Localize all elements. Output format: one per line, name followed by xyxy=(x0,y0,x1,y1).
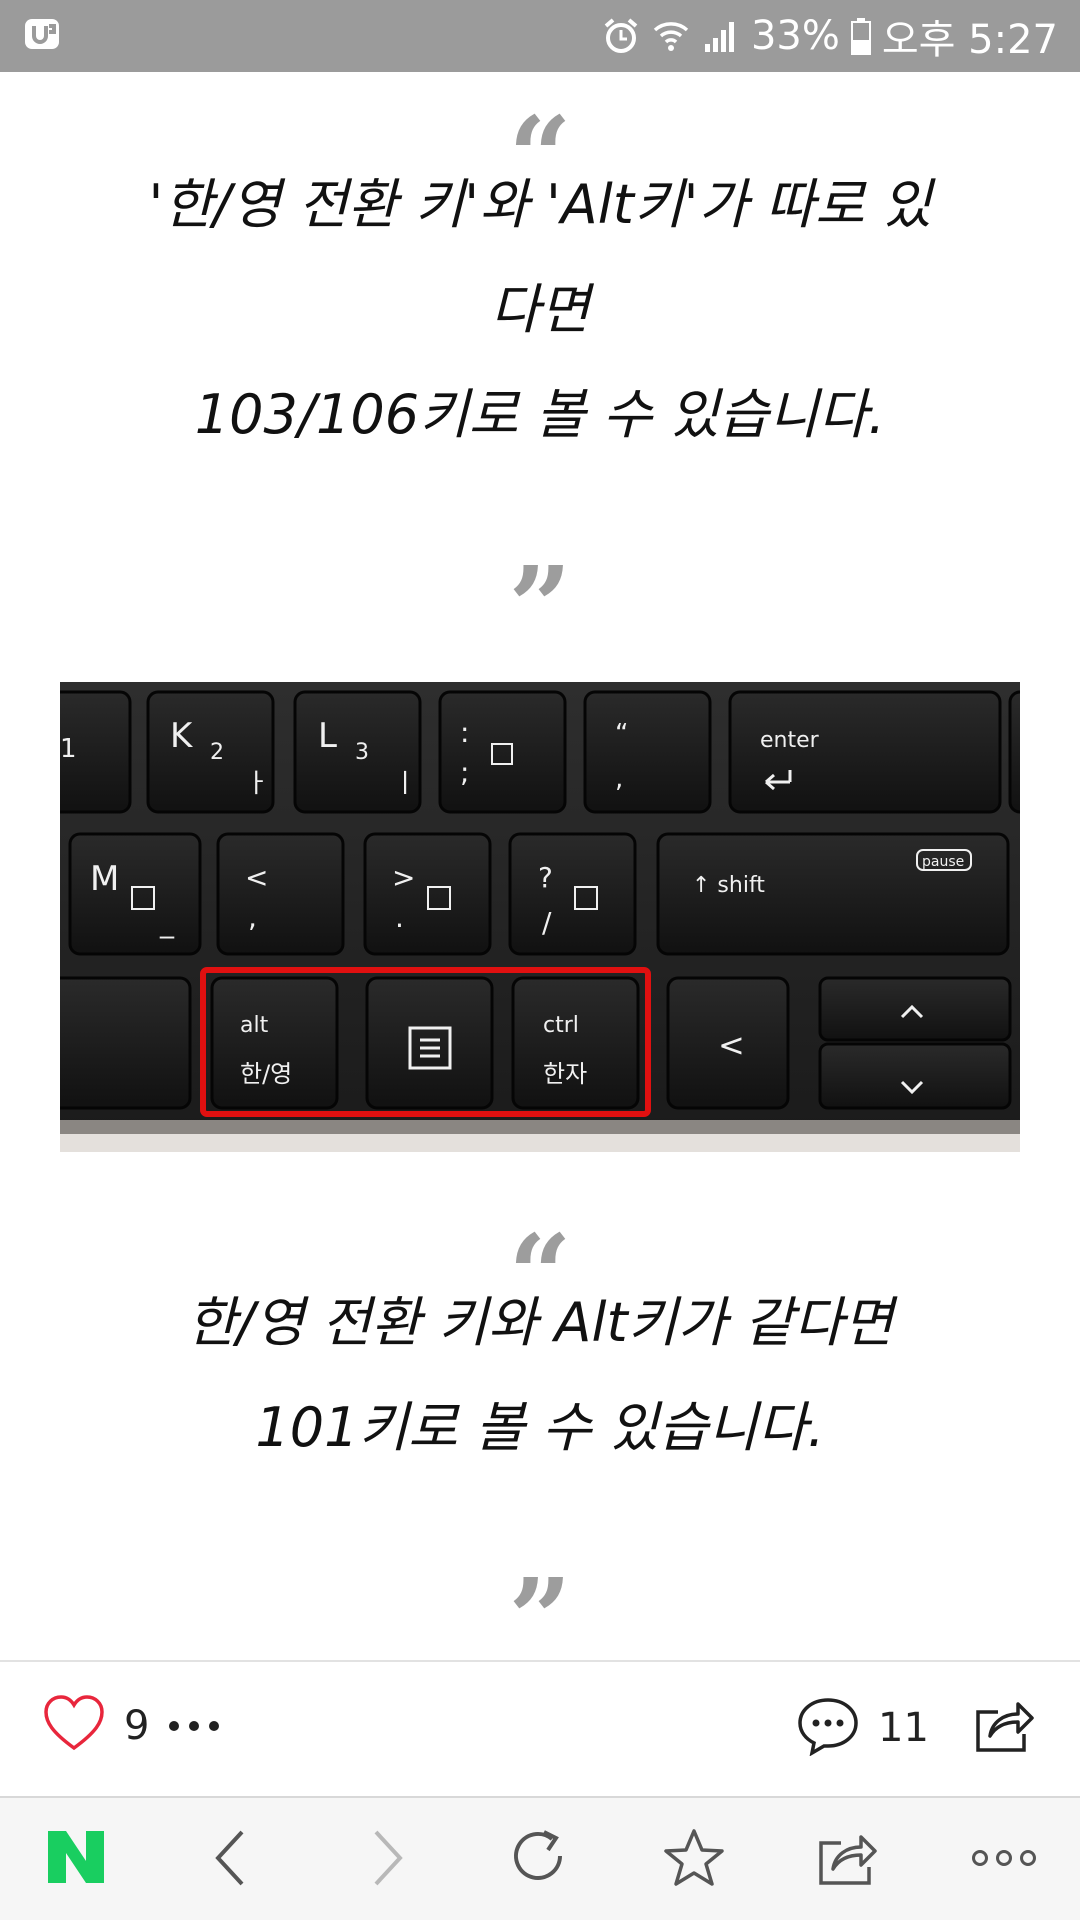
browser-toolbar xyxy=(0,1796,1080,1920)
key-legend-left-arrow: < xyxy=(718,1026,745,1064)
key-legend-alt: alt xyxy=(240,1013,269,1038)
key-legend-enter: enter xyxy=(760,728,820,753)
heart-icon xyxy=(42,1694,106,1758)
key-legend-l-hangul: ㅣ xyxy=(393,769,417,799)
app-notification-icon xyxy=(22,13,64,59)
key-legend-alt-hangul: 한/영 xyxy=(240,1060,292,1088)
more-dots-icon xyxy=(168,1718,220,1737)
article-content: “ '한/영 전환 키'와 'Alt키'가 따로 있 다면 103/106키로 … xyxy=(0,72,1080,1660)
key-legend-m-hangul: _ xyxy=(159,906,175,939)
more-dots-icon xyxy=(971,1848,1037,1872)
keyboard-photo: 1 K 2 ㅏ L 3 ㅣ : ; “ , enter M _ < , > . … xyxy=(60,682,1020,1152)
quote-block-2: 한/영 전환 키와 Alt키가 같다면 101키로 볼 수 있습니다. xyxy=(60,1270,1020,1480)
comment-icon xyxy=(796,1696,860,1760)
star-icon xyxy=(662,1827,726,1893)
key-legend-m: M xyxy=(90,859,119,899)
battery-percent: 33% xyxy=(750,13,840,59)
like-button[interactable]: 9 xyxy=(42,1694,149,1758)
more-options-button[interactable] xyxy=(168,1718,220,1737)
refresh-icon xyxy=(508,1826,572,1894)
key-legend-period: . xyxy=(395,901,404,934)
key-legend-k-hangul: ㅏ xyxy=(245,769,269,799)
quote-line: '한/영 전환 키'와 'Alt키'가 따로 있 xyxy=(148,173,932,236)
naver-logo-icon xyxy=(46,1822,106,1898)
like-count: 9 xyxy=(124,1703,150,1749)
reaction-bar: 9 11 xyxy=(0,1660,1080,1796)
menu-button[interactable] xyxy=(956,1818,1052,1902)
quote-block-1: '한/영 전환 키'와 'Alt키'가 따로 있 다면 103/106키로 볼 … xyxy=(60,152,1020,467)
key-legend-pause: pause xyxy=(922,854,964,870)
key-legend-k-sub: 2 xyxy=(210,740,224,765)
comment-count: 11 xyxy=(878,1705,929,1751)
comment-button[interactable]: 11 xyxy=(796,1696,929,1760)
share-page-button[interactable] xyxy=(800,1818,896,1902)
refresh-button[interactable] xyxy=(492,1818,588,1902)
key-legend-semicolon: ; xyxy=(460,756,469,789)
share-icon xyxy=(815,1827,881,1893)
key-legend-ctrl: ctrl xyxy=(543,1013,579,1038)
key-legend-quote: “ xyxy=(615,719,628,749)
key-legend-lt: < xyxy=(245,861,268,894)
bookmark-button[interactable] xyxy=(646,1818,742,1902)
key-legend-comma: , xyxy=(248,901,257,934)
quote-line: 다면 xyxy=(490,278,590,341)
key-legend-ctrl-hangul: 한자 xyxy=(543,1060,587,1088)
naver-home-button[interactable] xyxy=(28,1818,124,1902)
quote-line: 101키로 볼 수 있습니다. xyxy=(255,1396,825,1459)
key-legend-shift: ↑ shift xyxy=(692,873,765,898)
close-quote-icon: ” xyxy=(508,542,572,671)
key-legend-colon: : xyxy=(460,716,469,749)
key-legend-l: L xyxy=(318,716,337,756)
key-legend-gt: > xyxy=(392,861,415,894)
chevron-right-icon xyxy=(368,1828,408,1892)
wifi-icon xyxy=(651,16,691,56)
signal-icon xyxy=(701,16,741,56)
key-legend-l-sub: 3 xyxy=(355,740,369,765)
key-legend-slash: / xyxy=(542,906,552,939)
alarm-icon xyxy=(601,16,641,56)
close-quote-icon: ” xyxy=(508,1554,572,1661)
key-legend-question: ? xyxy=(538,861,553,894)
key-legend-k: K xyxy=(170,716,194,756)
back-button[interactable] xyxy=(182,1818,278,1902)
quote-line: 한/영 전환 키와 Alt키가 같다면 xyxy=(186,1291,894,1354)
forward-button[interactable] xyxy=(340,1818,436,1902)
share-icon xyxy=(972,1696,1036,1760)
status-bar: 33% 오후 5:27 xyxy=(0,0,1080,72)
chevron-left-icon xyxy=(210,1828,250,1892)
key-legend-j-sub: 1 xyxy=(60,734,77,764)
clock: 오후 5:27 xyxy=(881,17,1058,63)
quote-line: 103/106키로 볼 수 있습니다. xyxy=(194,383,886,446)
battery-icon xyxy=(850,16,872,56)
key-legend-apostrophe: , xyxy=(615,764,623,794)
share-button[interactable] xyxy=(972,1696,1036,1760)
